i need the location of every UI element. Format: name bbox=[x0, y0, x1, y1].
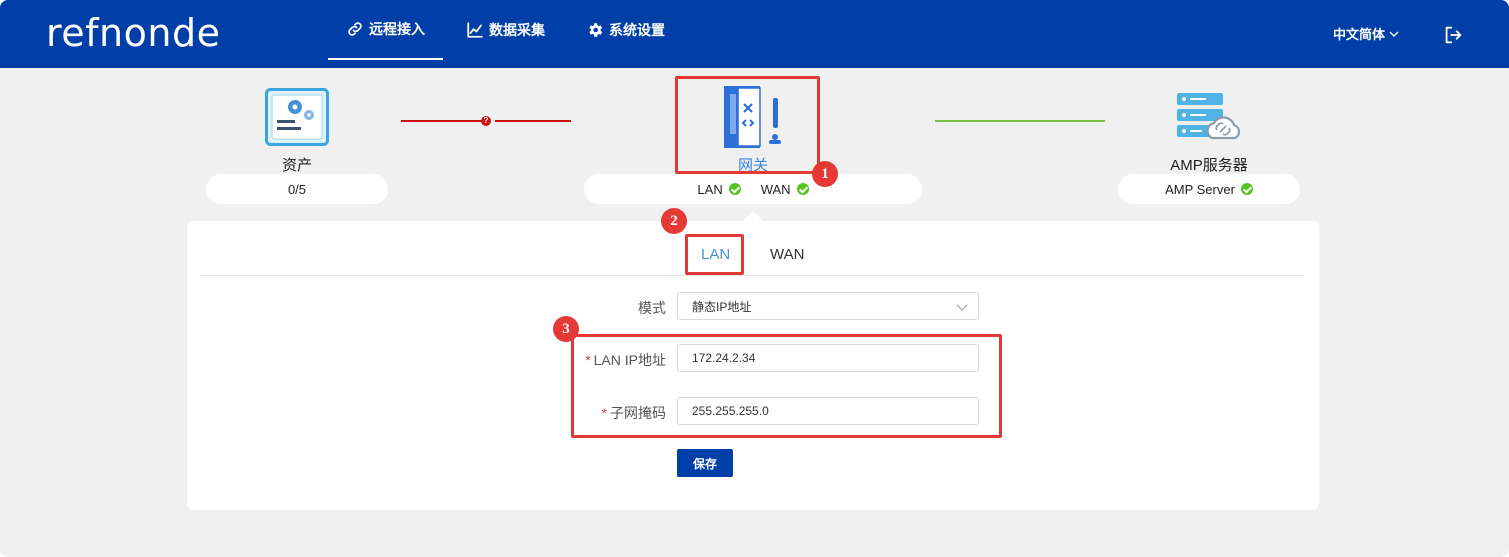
asset-icon[interactable] bbox=[265, 88, 329, 146]
server-label: AMP服务器 bbox=[1170, 157, 1248, 174]
gateway-lan-label: LAN bbox=[697, 181, 723, 197]
gateway-wan-label: WAN bbox=[760, 181, 791, 197]
asset-link-left bbox=[401, 120, 481, 122]
tabs-divider bbox=[201, 275, 1304, 276]
chevron-down-icon bbox=[1389, 31, 1399, 37]
language-label: 中文简体 bbox=[1333, 27, 1386, 42]
app-frame: refnonde 远程接入 数据采集 系统设置 中文简体 资产 0/5 ? 网关… bbox=[0, 0, 1509, 557]
nav-data-collection-label: 数据采集 bbox=[489, 22, 545, 38]
asset-label: 资产 bbox=[281, 157, 312, 174]
annotation-marker-3: 3 bbox=[553, 316, 579, 342]
server-status-text: AMP Server bbox=[1165, 181, 1235, 197]
asset-count: 0/5 bbox=[287, 181, 307, 197]
check-circle-icon bbox=[1240, 183, 1253, 195]
annotation-marker-2: 2 bbox=[661, 208, 687, 234]
gear-icon bbox=[589, 23, 603, 37]
nav-data-collection[interactable]: 数据采集 bbox=[448, 0, 563, 60]
annotation-marker-1: 1 bbox=[812, 161, 838, 187]
tab-wan[interactable]: WAN bbox=[770, 246, 804, 263]
annotation-box-lan-tab bbox=[685, 234, 744, 275]
server-status-pill: AMP Server bbox=[1118, 174, 1300, 204]
nav-remote-access-label: 远程接入 bbox=[369, 21, 425, 37]
nav-remote-access[interactable]: 远程接入 bbox=[328, 0, 443, 60]
mode-select[interactable]: 静态IP地址 bbox=[677, 292, 979, 320]
chevron-down-icon bbox=[956, 299, 968, 311]
asset-status-pill: 0/5 bbox=[206, 174, 388, 204]
nav-system-settings[interactable]: 系统设置 bbox=[568, 0, 683, 60]
annotation-box-gateway bbox=[675, 76, 820, 174]
server-icon[interactable] bbox=[1176, 92, 1244, 142]
nav-system-settings-label: 系统设置 bbox=[609, 22, 665, 38]
top-bar: refnonde 远程接入 数据采集 系统设置 中文简体 bbox=[0, 0, 1509, 68]
annotation-box-ip-fields bbox=[571, 334, 1002, 438]
link-icon bbox=[348, 22, 362, 36]
language-selector[interactable]: 中文简体 bbox=[1333, 24, 1400, 43]
server-link bbox=[935, 120, 1105, 122]
mode-label: 模式 bbox=[638, 300, 666, 316]
panel-pointer bbox=[743, 211, 763, 221]
mode-value: 静态IP地址 bbox=[692, 299, 752, 314]
gateway-status-pill: LAN WAN bbox=[584, 174, 922, 204]
check-circle-icon bbox=[796, 183, 809, 195]
save-button[interactable]: 保存 bbox=[677, 449, 733, 477]
chart-icon bbox=[467, 22, 483, 38]
check-circle-icon bbox=[728, 183, 741, 195]
logout-icon[interactable] bbox=[1442, 24, 1464, 46]
asset-link-right bbox=[495, 120, 571, 122]
brand-logo: refnonde bbox=[46, 11, 221, 55]
link-error-icon[interactable]: ? bbox=[481, 116, 491, 126]
